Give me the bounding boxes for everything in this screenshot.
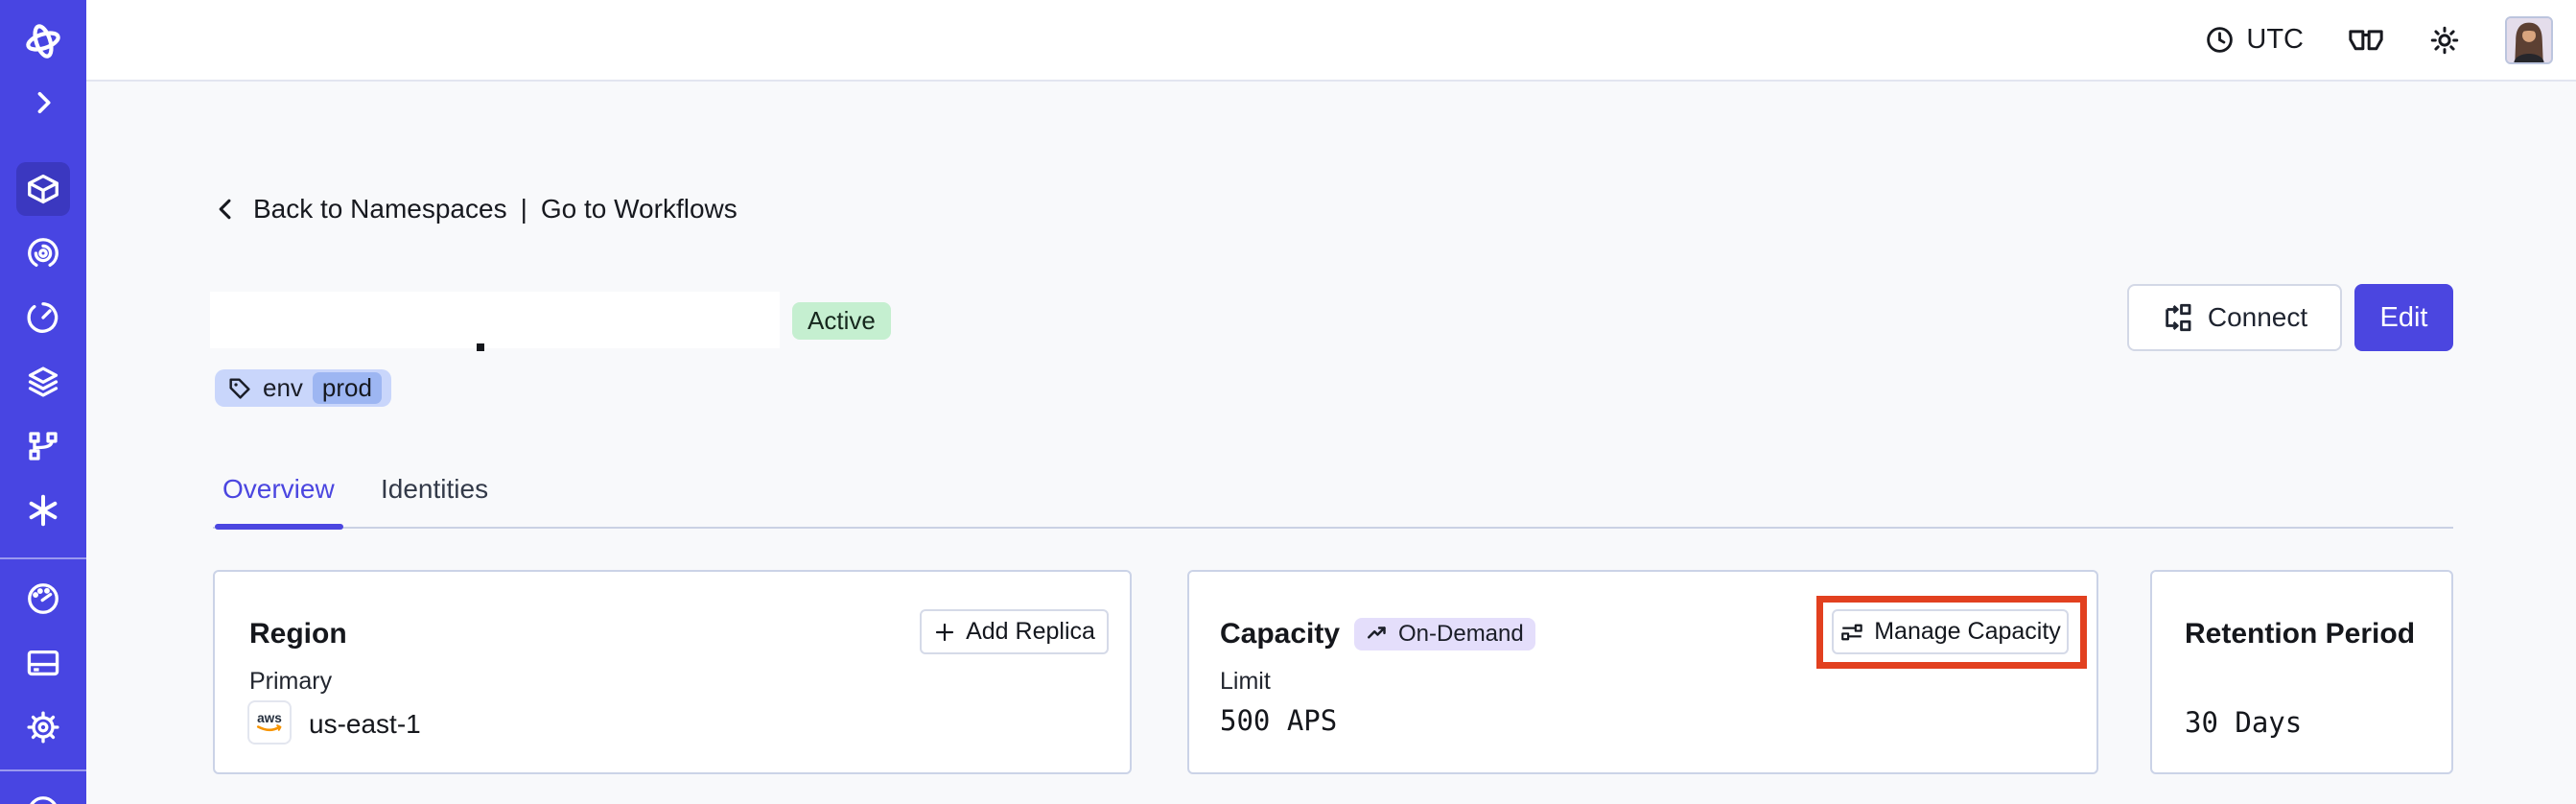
manage-capacity-button[interactable]: Manage Capacity — [1832, 609, 2069, 654]
sidebar — [0, 0, 86, 804]
credit-card-icon — [27, 650, 59, 676]
timezone-label: UTC — [2246, 24, 2304, 55]
retention-value: 30 Days — [2185, 706, 2303, 739]
cube-icon — [28, 174, 59, 204]
tag-icon — [229, 377, 250, 399]
circle-icon — [30, 796, 57, 804]
tag-value-chip: prod — [312, 372, 382, 404]
retention-card-title: Retention Period — [2185, 618, 2416, 650]
retention-card: Retention Period 30 Days — [2150, 570, 2453, 774]
sidebar-item-settings[interactable] — [16, 700, 70, 754]
branch-icon — [29, 432, 58, 461]
on-demand-badge: On-Demand — [1354, 618, 1535, 650]
breadcrumb-separator: | — [520, 194, 527, 224]
region-value: us-east-1 — [309, 709, 421, 739]
timer-icon — [27, 302, 59, 333]
timezone-selector[interactable]: UTC — [2205, 24, 2304, 56]
sidebar-divider — [0, 769, 86, 771]
sidebar-item-namespaces[interactable] — [16, 162, 70, 216]
connect-icon — [2166, 303, 2191, 332]
chevron-left-icon — [219, 199, 231, 220]
region-card-title: Region — [249, 618, 347, 650]
redaction-artifact-dot — [477, 343, 484, 351]
tab-overview[interactable]: Overview — [222, 472, 335, 507]
back-to-namespaces-link[interactable]: Back to Namespaces — [253, 194, 507, 225]
edit-button[interactable]: Edit — [2354, 284, 2453, 351]
sidebar-item-profile[interactable] — [16, 785, 70, 804]
namespace-name-redacted — [210, 292, 780, 348]
page: UTC Back to Namespaces | Go to Workflows… — [0, 0, 2576, 804]
status-badge: Active — [792, 302, 891, 340]
gear-icon — [27, 711, 59, 744]
go-to-workflows-link[interactable]: Go to Workflows — [541, 194, 738, 225]
speedometer-icon — [28, 583, 59, 614]
namespace-tag: env prod — [215, 369, 391, 407]
breadcrumb: Back to Namespaces | Go to Workflows — [213, 194, 738, 225]
capacity-card: Capacity On-Demand Manage Capacity Limit… — [1187, 570, 2098, 774]
region-card: Region Add Replica Primary aws us-east-1 — [213, 570, 1132, 774]
sliders-icon — [1841, 624, 1862, 640]
sidebar-expand-button[interactable] — [16, 76, 70, 130]
sidebar-item-nexus[interactable] — [16, 484, 70, 537]
spiral-eye-icon — [28, 238, 59, 268]
asterisk-icon — [29, 494, 58, 527]
trending-up-icon — [1368, 627, 1386, 639]
tag-key: env — [263, 373, 303, 402]
on-demand-label: On-Demand — [1398, 621, 1524, 647]
sidebar-item-workflows[interactable] — [16, 226, 70, 280]
add-replica-button[interactable]: Add Replica — [920, 609, 1109, 654]
manage-capacity-label: Manage Capacity — [1874, 618, 2061, 645]
aws-logo: aws — [247, 700, 292, 745]
connect-button-label: Connect — [2207, 302, 2308, 332]
chevron-right-icon — [37, 91, 51, 114]
clock-icon — [2207, 27, 2234, 53]
add-replica-label: Add Replica — [966, 618, 1095, 645]
labs-toggle-button[interactable] — [2348, 26, 2384, 55]
capacity-card-title: Capacity — [1220, 618, 1341, 650]
primary-label: Primary — [249, 668, 333, 695]
tab-divider-line — [213, 527, 2453, 529]
active-tab-underline — [215, 524, 343, 530]
sidebar-item-batch-operations[interactable] — [16, 419, 70, 473]
sidebar-item-schedules[interactable] — [16, 291, 70, 344]
layers-icon — [28, 367, 59, 397]
avatar-portrait — [2507, 17, 2551, 62]
aws-logo-text: aws — [257, 711, 282, 725]
sidebar-item-billing[interactable] — [16, 636, 70, 690]
topbar: UTC — [86, 0, 2576, 82]
limit-label: Limit — [1220, 668, 1271, 695]
sun-icon — [2430, 26, 2459, 54]
sidebar-item-deployments[interactable] — [16, 355, 70, 409]
tab-identities[interactable]: Identities — [381, 472, 488, 507]
temporal-logo[interactable] — [16, 14, 70, 68]
sidebar-item-usage[interactable] — [16, 572, 70, 626]
plus-icon — [935, 623, 954, 641]
capacity-value: 500 APS — [1220, 704, 1338, 737]
theme-toggle-button[interactable] — [2428, 24, 2461, 57]
sidebar-divider — [0, 557, 86, 559]
connect-button[interactable]: Connect — [2127, 284, 2342, 351]
user-avatar[interactable] — [2505, 15, 2553, 64]
glasses-icon — [2349, 29, 2383, 50]
temporal-logo-icon — [26, 24, 60, 59]
